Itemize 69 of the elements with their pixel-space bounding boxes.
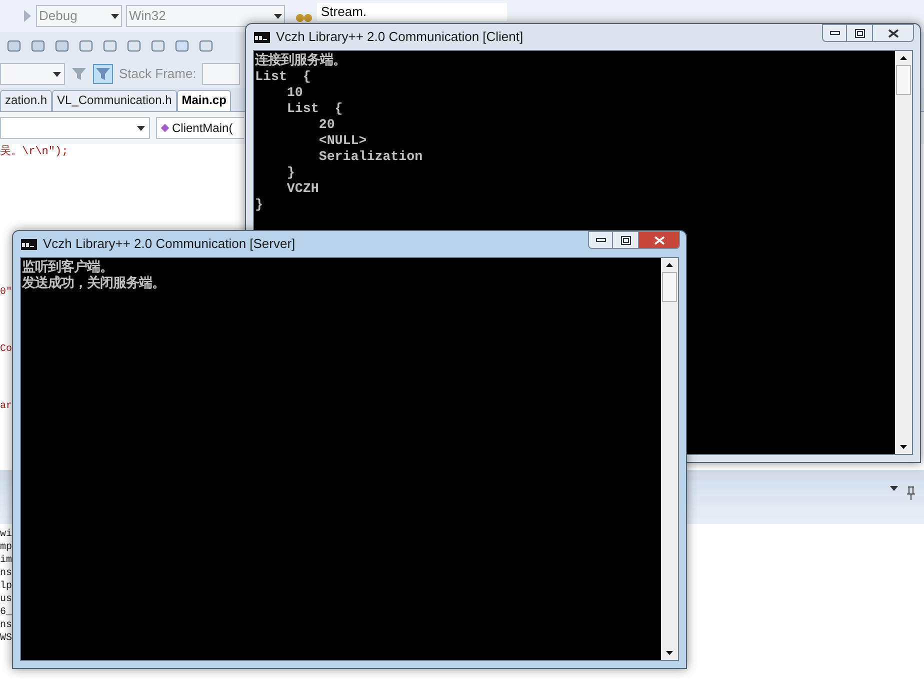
console-line: 监听到客户端。 [22, 260, 114, 275]
toolbar-icon[interactable] [126, 38, 142, 54]
output-line: ns [0, 567, 10, 580]
close-icon [654, 236, 664, 244]
output-line: 6_ [0, 606, 10, 619]
caret-icon [53, 72, 61, 76]
scroll-thumb[interactable] [896, 65, 911, 95]
console-line: 10 [286, 85, 304, 101]
toolbar-icon[interactable] [198, 38, 214, 54]
console-line: } [286, 165, 296, 181]
stack-frame-field[interactable] [202, 63, 240, 85]
console-line: Serialization [318, 149, 424, 165]
output-line: im [0, 554, 10, 567]
console-line: VCZH [286, 181, 320, 197]
output-line: us [0, 593, 10, 606]
maximize-button[interactable] [847, 24, 872, 42]
caret-icon [137, 126, 145, 130]
minimize-button[interactable] [822, 24, 847, 42]
close-button[interactable] [638, 231, 680, 249]
console-icon [254, 32, 270, 42]
window-title: Vczh Library++ 2.0 Communication [Client] [276, 28, 524, 46]
console-line: <NULL> [318, 133, 368, 149]
window-title: Vczh Library++ 2.0 Communication [Server] [43, 235, 296, 254]
console-line: List { [255, 69, 312, 85]
maximize-icon [854, 28, 864, 38]
output-line: wi [0, 528, 10, 541]
maximize-icon [620, 236, 630, 244]
function-dropdown[interactable]: ClientMain( [156, 117, 244, 139]
minimize-icon [830, 31, 840, 35]
code-fragment: Co [0, 342, 10, 356]
toolbar-icon[interactable] [102, 38, 118, 54]
close-icon [888, 28, 898, 38]
caret-icon [111, 14, 119, 18]
toolbar-icon[interactable] [6, 38, 22, 54]
code-line: 吴。\r\n"); [0, 144, 68, 160]
filter-icon[interactable] [93, 64, 113, 84]
minimize-icon [596, 238, 606, 242]
console-line: } [255, 197, 264, 213]
toolbar-icon[interactable] [54, 38, 70, 54]
caret-icon [274, 14, 282, 18]
toolbar-icon[interactable] [150, 38, 166, 54]
minimize-button[interactable] [588, 231, 613, 249]
stack-frame-label: Stack Frame: [119, 65, 196, 84]
scrollbar[interactable] [661, 258, 678, 660]
console-line: 连接到服务端。 [255, 53, 347, 69]
console-icon [21, 238, 37, 250]
scroll-thumb[interactable] [662, 272, 677, 302]
diamond-icon [160, 123, 170, 133]
maximize-button[interactable] [613, 231, 638, 249]
code-fragment: 0" [0, 286, 10, 298]
toolbar-icon[interactable] [30, 38, 46, 54]
find-field[interactable]: Stream. [317, 3, 507, 21]
console-line: 发送成功，关闭服务端。 [22, 276, 166, 292]
scrollbar[interactable] [895, 51, 912, 454]
close-button[interactable] [872, 24, 914, 42]
output-line: lp [0, 580, 10, 593]
output-line: WS [0, 632, 10, 645]
output-line: ns [0, 619, 10, 632]
console-line: List { [286, 101, 344, 117]
pin-icon[interactable] [906, 486, 916, 500]
code-fragment: ar [0, 400, 10, 412]
file-tab[interactable]: zation.h [0, 90, 52, 111]
caret-icon [890, 486, 898, 491]
file-tab[interactable]: Main.cp [176, 90, 232, 111]
file-tab[interactable]: VL_Communication.h [52, 90, 177, 111]
toolbar-icon[interactable] [78, 38, 94, 54]
toolbar-icon[interactable] [174, 38, 190, 54]
output-line: mp [0, 541, 10, 554]
console-line: 20 [318, 117, 336, 133]
